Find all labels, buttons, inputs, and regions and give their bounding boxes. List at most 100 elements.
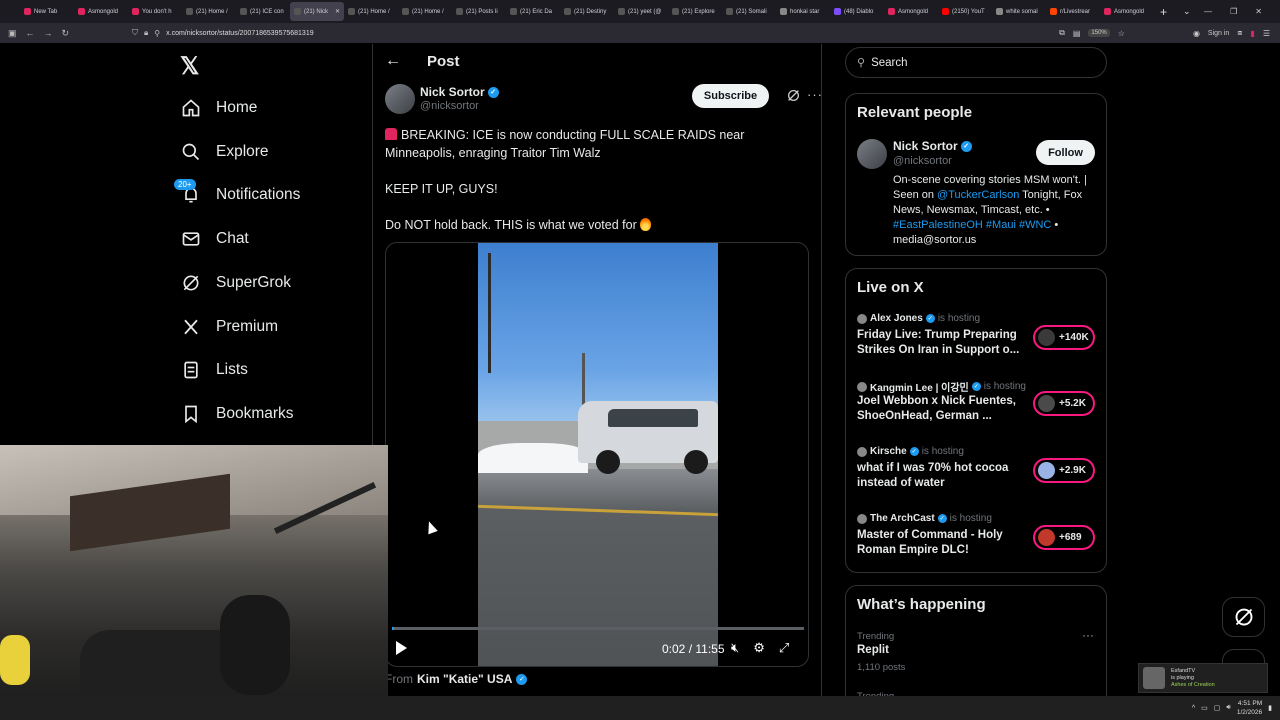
listener-count-pill[interactable]: +2.9K [1033,458,1095,483]
sidebar-toggle-icon[interactable]: ▣ [8,28,17,39]
trend-topic[interactable]: Replit [857,644,889,656]
x-logo-icon[interactable]: 𝕏 [180,52,199,81]
tray-expand-icon[interactable]: ^ [1192,705,1195,712]
author-handle[interactable]: @nicksortor [420,100,479,112]
zoom-level[interactable]: 150% [1088,29,1110,37]
nav-item-notifications[interactable]: 20+ Notifications [174,179,300,209]
settings-gear-icon[interactable]: ⚙ [753,640,765,656]
account-icon[interactable]: ◉ [1193,29,1200,38]
notification-center-icon[interactable]: ▮ [1268,704,1272,712]
subscribe-button[interactable]: Subscribe [692,84,769,108]
back-arrow-icon[interactable]: ← [385,52,401,70]
listener-count-pill[interactable]: +140K [1033,325,1095,350]
listener-count-pill[interactable]: +5.2K [1033,391,1095,416]
browser-tab[interactable]: (21) Explore [668,2,722,21]
nav-item-home[interactable]: Home [180,94,257,122]
host-name[interactable]: The ArchCast [870,513,935,524]
nav-item-premium[interactable]: Premium [180,313,278,341]
nav-item-supergrok[interactable]: SuperGrok [180,269,291,297]
live-space-title[interactable]: Friday Live: Trump Preparing Strikes On … [857,328,1029,358]
browser-tab[interactable]: honkai star [776,2,830,21]
screenshot-icon[interactable]: ⧉ [1059,28,1065,38]
browser-tab[interactable]: (21) Posts li [452,2,506,21]
network-icon[interactable]: ▭ [1201,704,1208,712]
live-space-title[interactable]: Joel Webbon x Nick Fuentes, ShoeOnHead, … [857,394,1029,424]
browser-tab[interactable]: (21) Somali [722,2,776,21]
relevant-person-handle[interactable]: @nicksortor [893,155,952,167]
video-frame[interactable] [478,243,718,666]
browser-tab[interactable]: (21) Destiny [560,2,614,21]
bio-mention-link[interactable]: @TuckerCarlson [937,189,1019,201]
maximize-icon[interactable]: ❐ [1230,7,1237,16]
back-icon[interactable]: ← [26,28,35,38]
browser-tab[interactable]: (21) Home / [344,2,398,21]
extensions-icon[interactable]: ⧈ [1237,28,1242,38]
video-progress-bar[interactable] [392,627,804,630]
host-name[interactable]: Alex Jones [870,313,923,324]
search-input[interactable]: ⚲ Search [845,47,1107,78]
browser-tab[interactable]: (21) ICE con [236,2,290,21]
relevant-person-avatar[interactable] [857,139,887,169]
bookmark-star-icon[interactable]: ☆ [1118,29,1125,38]
live-space-item[interactable]: Kirsche ✓ is hosting what if I was 70% hot … [857,446,1097,502]
nav-item-explore[interactable]: Explore [180,138,269,166]
from-account-link[interactable]: Kim "Katie" USA [417,672,512,686]
relevant-person-name-text[interactable]: Nick Sortor [893,139,958,153]
live-space-title[interactable]: Master of Command - Holy Roman Empire DL… [857,528,1029,558]
live-space-item[interactable]: The ArchCast ✓ is hosting Master of Command… [857,513,1097,569]
close-tab-icon[interactable]: ✕ [335,8,340,15]
nav-item-bookmarks[interactable]: Bookmarks [180,400,294,428]
host-name[interactable]: Kangmin Lee | 이강민 [870,379,969,394]
play-icon[interactable] [396,641,407,655]
trend-more-icon[interactable]: ··· [1082,628,1094,642]
reader-icon[interactable]: ▤ [1073,29,1081,38]
url-text[interactable]: x.com/nicksortor/status/2007186539575681… [166,30,314,37]
new-tab-button[interactable]: + [1160,5,1167,19]
browser-tab[interactable]: (48) Diablo [830,2,884,21]
nav-item-chat[interactable]: Chat [180,225,249,253]
nav-item-lists[interactable]: Lists [180,356,248,384]
bio-hashtag-links[interactable]: #EastPalestineOH #Maui #WNC [893,219,1051,231]
browser-tab[interactable]: r/Livestrear [1046,2,1100,21]
browser-tab[interactable]: white somal [992,2,1046,21]
mute-icon[interactable]: 🔇︎ [731,640,739,656]
sign-in-button[interactable]: Sign in [1208,30,1229,37]
browser-tab[interactable]: You don't h [128,2,182,21]
browser-tab[interactable]: (21) Home / [182,2,236,21]
follow-button[interactable]: Follow [1036,140,1095,165]
forward-icon[interactable]: → [44,28,53,38]
menu-icon[interactable]: ☰ [1263,29,1270,38]
author-name-text[interactable]: Nick Sortor [420,85,485,99]
browser-tab[interactable]: Asmongold [884,2,938,21]
author-avatar[interactable] [385,84,415,114]
tab-list-chevron-icon[interactable]: ⌄ [1183,6,1191,17]
extension-badge-icon[interactable]: ▮ [1250,29,1254,38]
clock[interactable]: 4:51 PM 1/2/2026 [1237,699,1262,717]
author-name[interactable]: Nick Sortor ✓ [420,85,499,99]
stream-notification[interactable]: EsfandTV is playing Ashes of Creation [1138,663,1268,693]
browser-tab[interactable]: New Tab [20,2,74,21]
host-name[interactable]: Kirsche [870,446,907,457]
video-player[interactable]: 0:02 / 11:55 🔇︎ ⚙ ⤢ [385,242,809,667]
browser-tab[interactable]: (21) Eric Da [506,2,560,21]
reload-icon[interactable]: ↻ [62,28,70,39]
live-space-item[interactable]: Kangmin Lee | 이강민 ✓ is hosting Joel Webbon … [857,379,1097,435]
volume-icon[interactable]: 🔊︎ [1226,704,1230,712]
listener-count-pill[interactable]: +689 [1033,525,1095,550]
browser-tab[interactable]: Asmongold [74,2,128,21]
grok-icon[interactable] [787,89,800,107]
browser-tab[interactable]: (2150) YouT [938,2,992,21]
fullscreen-icon[interactable]: ⤢ [779,640,789,656]
browser-tab[interactable]: Asmongold [1100,2,1154,21]
close-window-icon[interactable]: ✕ [1255,7,1262,16]
browser-tab[interactable]: (21) Nick ✕ [290,2,344,21]
minimize-icon[interactable]: — [1204,7,1212,16]
browser-tab[interactable]: (21) Home / [398,2,452,21]
relevant-person-name[interactable]: Nick Sortor ✓ [893,139,972,153]
live-space-title[interactable]: what if I was 70% hot cocoa instead of w… [857,461,1029,491]
browser-tab[interactable]: (21) yeet (@ [614,2,668,21]
display-icon[interactable]: ▢ [1214,704,1221,712]
more-options-icon[interactable]: ··· [807,87,823,102]
live-space-item[interactable]: Alex Jones ✓ is hosting Friday Live: Trump … [857,313,1097,369]
grok-floating-button[interactable] [1222,597,1265,637]
